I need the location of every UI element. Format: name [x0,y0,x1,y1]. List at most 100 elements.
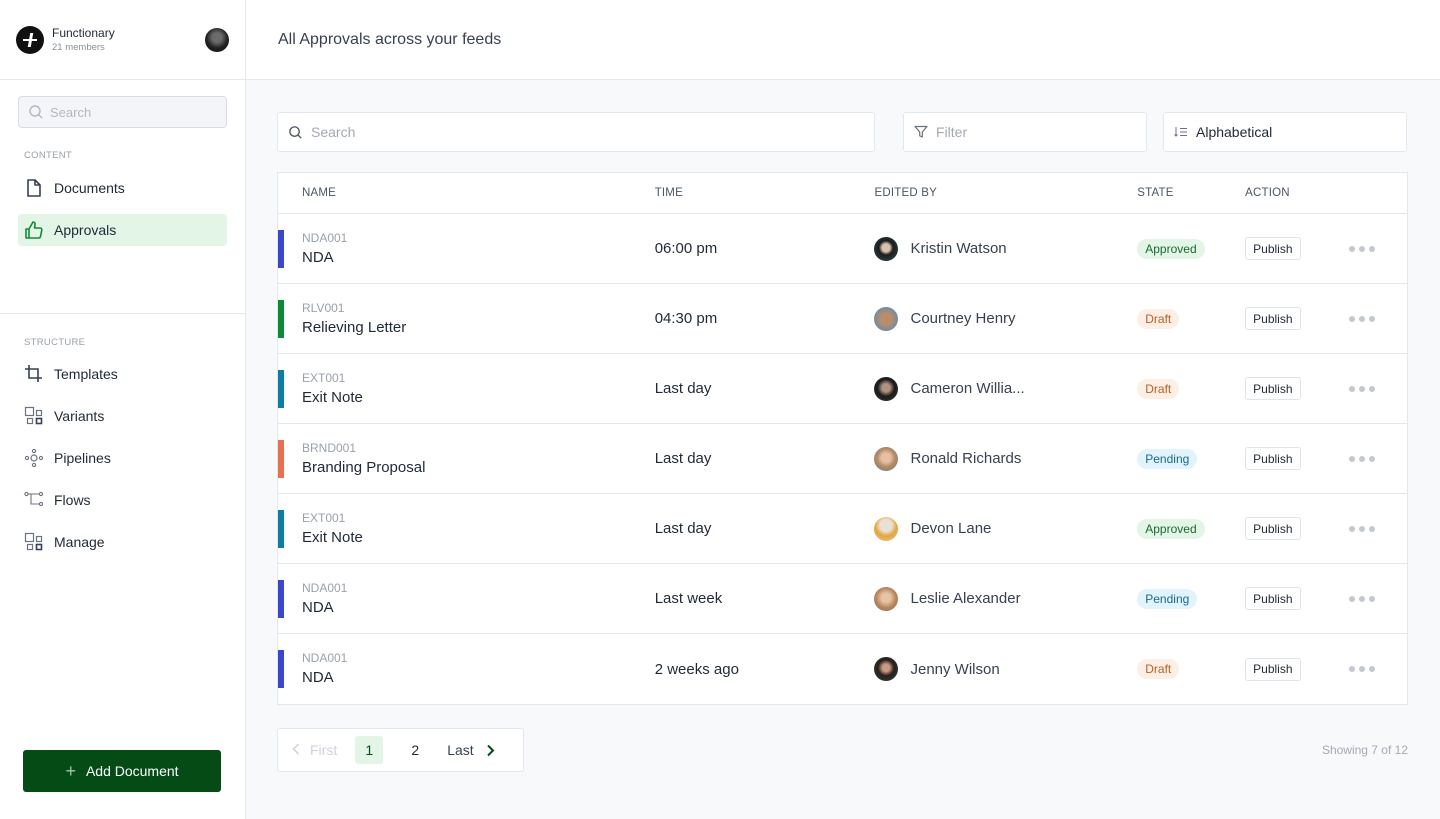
first-page-button[interactable]: First [310,742,337,758]
sort-select[interactable]: Alphabetical [1163,112,1407,152]
structure-section: STRUCTURE Templates Variants Pipelines F… [0,314,245,558]
document-cell: RLV001 Relieving Letter [278,300,655,338]
page-2-button[interactable]: 2 [401,736,429,764]
time-cell: Last week [654,590,723,607]
action-cell: Publish [1245,237,1345,260]
column-header-name[interactable]: NAME [278,187,655,199]
sidebar-item-manage[interactable]: Manage [18,526,227,558]
more-options-icon[interactable] [1345,385,1407,392]
more-options-icon[interactable] [1345,455,1407,462]
more-cell [1345,666,1407,672]
publish-button[interactable]: Publish [1245,447,1301,470]
sidebar-item-label: Flows [54,492,91,508]
table-row[interactable]: EXT001 Exit Note Last day Cameron Willia… [278,354,1407,424]
page-1-button[interactable]: 1 [355,736,384,764]
org-name: Functionary [52,25,115,40]
editor-name: Ronald Richards [910,450,1022,467]
document-color-bar [278,230,284,268]
document-name[interactable]: Relieving Letter [302,318,655,338]
search-field[interactable] [277,112,875,152]
time-cell: 2 weeks ago [654,660,739,678]
editor-cell: Courtney Henry [874,306,1137,331]
sidebar-item-pipelines[interactable]: Pipelines [18,442,227,474]
sidebar-item-flows[interactable]: Flows [18,484,227,516]
avatar [874,516,899,541]
action-cell: Publish [1245,377,1345,400]
more-options-icon[interactable] [1345,315,1407,322]
document-cell: BRND001 Branding Proposal [278,440,655,478]
table-row[interactable]: NDA001 NDA Last week Leslie Alexander Pe… [278,564,1407,634]
table-row[interactable]: BRND001 Branding Proposal Last day Ronal… [278,424,1407,494]
state-cell: Draft [1137,378,1245,399]
org-logo-icon [16,25,44,54]
document-code: BRND001 [302,440,357,455]
search-input[interactable] [311,124,780,140]
document-name[interactable]: NDA [302,598,655,618]
prev-page-icon[interactable] [292,742,300,758]
state-cell: Approved [1137,238,1245,259]
editor-cell: Cameron Willia... [874,376,1137,401]
more-options-icon[interactable] [1345,525,1407,532]
publish-button[interactable]: Publish [1245,237,1301,260]
column-header-state[interactable]: STATE [1137,187,1245,199]
document-color-bar [278,370,284,408]
table-row[interactable]: NDA001 NDA 06:00 pm Kristin Watson Appro… [278,214,1407,284]
publish-button[interactable]: Publish [1245,307,1301,330]
time-cell: 04:30 pm [654,310,718,327]
state-cell: Pending [1137,588,1245,609]
column-header-action: ACTION [1245,187,1290,199]
page-title: All Approvals across your feeds [278,30,502,48]
column-header-time[interactable]: TIME [655,187,875,199]
document-name[interactable]: NDA [302,668,655,688]
avatar [874,376,899,401]
filter-input[interactable] [936,124,1122,140]
document-name[interactable]: NDA [302,248,655,268]
table-row[interactable]: EXT001 Exit Note Last day Devon Lane App… [278,494,1407,564]
column-header-edited-by[interactable]: EDITED BY [874,187,1137,199]
state-cell: Pending [1137,448,1245,469]
sidebar-item-approvals[interactable]: Approvals [18,214,227,246]
add-document-button[interactable]: + Add Document [23,750,221,792]
editor-cell: Kristin Watson [874,236,1137,261]
more-options-icon[interactable] [1345,245,1407,252]
document-color-bar [278,440,284,478]
sidebar-search-input[interactable] [50,104,210,120]
user-avatar[interactable] [205,28,229,52]
crop-icon [24,364,44,384]
document-cell: EXT001 Exit Note [278,510,655,548]
table-row[interactable]: NDA001 NDA 2 weeks ago Jenny Wilson Draf… [278,634,1407,704]
nodes-icon [24,448,44,468]
document-name[interactable]: Branding Proposal [302,458,655,478]
document-name[interactable]: Exit Note [302,528,655,548]
time-cell: Last day [654,520,712,537]
sidebar-item-templates[interactable]: Templates [18,358,227,390]
document-code: NDA001 [302,651,348,665]
filter-field[interactable] [903,112,1147,152]
more-cell [1345,385,1407,392]
last-page-button[interactable]: Last [447,742,473,758]
more-options-icon[interactable] [1345,595,1407,602]
editor-name: Jenny Wilson [910,660,1000,678]
state-cell: Draft [1137,659,1245,679]
publish-button[interactable]: Publish [1245,517,1301,540]
table-row[interactable]: RLV001 Relieving Letter 04:30 pm Courtne… [278,284,1407,354]
more-options-icon[interactable] [1345,666,1407,672]
more-cell [1345,245,1407,252]
document-code: NDA001 [302,230,348,245]
more-cell [1345,455,1407,462]
sidebar-item-variants[interactable]: Variants [18,400,227,432]
sidebar-item-label: Manage [54,534,105,550]
editor-name: Leslie Alexander [910,590,1021,607]
action-cell: Publish [1245,657,1345,681]
grid-squares-icon [24,532,44,552]
publish-button[interactable]: Publish [1245,377,1301,400]
sidebar-search[interactable] [18,96,227,128]
publish-button[interactable]: Publish [1245,587,1301,610]
document-cell: NDA001 NDA [278,650,655,688]
sidebar-item-documents[interactable]: Documents [18,172,227,204]
next-page-icon[interactable] [486,744,495,757]
document-name[interactable]: Exit Note [302,388,655,408]
time-cell: Last day [654,380,712,397]
add-document-label: Add Document [85,763,179,779]
publish-button[interactable]: Publish [1245,657,1301,681]
